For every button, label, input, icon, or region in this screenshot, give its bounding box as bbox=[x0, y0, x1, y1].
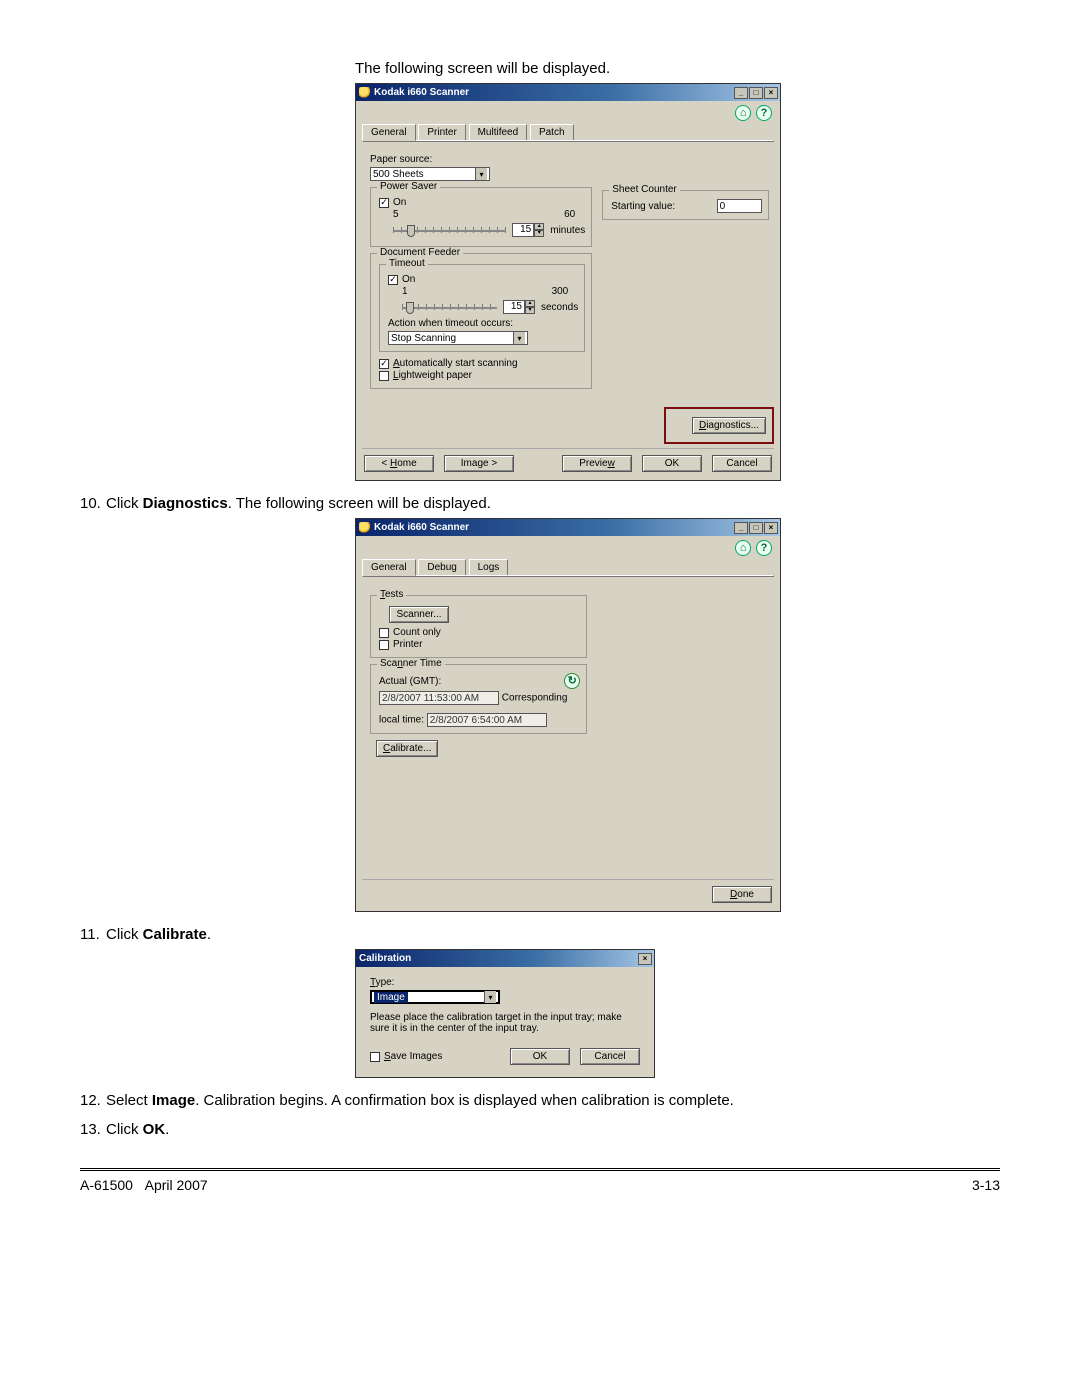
step-10: 10. Click Diagnostics. The following scr… bbox=[80, 495, 1000, 512]
app-icon bbox=[359, 87, 371, 99]
ok-button[interactable]: OK bbox=[510, 1048, 570, 1065]
chevron-down-icon: ▾ bbox=[475, 168, 487, 180]
titlebar[interactable]: Kodak i660 Scanner _ □ × bbox=[356, 84, 780, 101]
save-images-checkbox[interactable] bbox=[370, 1052, 380, 1062]
maximize-icon[interactable]: □ bbox=[749, 522, 763, 534]
image-button[interactable]: Image > bbox=[444, 455, 514, 472]
close-icon[interactable]: × bbox=[764, 522, 778, 534]
power-saver-slider[interactable] bbox=[393, 227, 506, 233]
chevron-down-icon: ▾ bbox=[484, 991, 496, 1003]
timeout-spinner[interactable]: 15 ▴▾ bbox=[503, 300, 535, 314]
tabs: General Printer Multifeed Patch bbox=[362, 123, 774, 140]
auto-start-checkbox[interactable] bbox=[379, 359, 389, 369]
calibration-dialog: Calibration × Type: Image ▾ Please place… bbox=[355, 949, 655, 1078]
app-icon bbox=[359, 522, 371, 534]
starting-value-input[interactable]: 0 bbox=[717, 199, 762, 213]
maximize-icon[interactable]: □ bbox=[749, 87, 763, 99]
tab-logs[interactable]: Logs bbox=[469, 559, 509, 575]
step-11: 11. Click Calibrate. bbox=[80, 926, 1000, 943]
tab-printer[interactable]: Printer bbox=[418, 124, 465, 140]
paper-source-label: Paper source: bbox=[370, 154, 592, 165]
lightweight-checkbox[interactable] bbox=[379, 371, 389, 381]
power-saver-group: Power Saver On 5 60 15 ▴▾ bbox=[370, 187, 592, 247]
timeout-action-label: Action when timeout occurs: bbox=[388, 318, 578, 329]
help-icon[interactable]: ? bbox=[756, 540, 772, 556]
tab-general[interactable]: General bbox=[362, 124, 416, 141]
done-button[interactable]: Done bbox=[712, 886, 772, 903]
local-time-field: 2/8/2007 6:54:00 AM bbox=[427, 713, 547, 727]
scanner-time-group: Scanner Time Actual (GMT): ↻ 2/8/2007 11… bbox=[370, 664, 587, 734]
ok-button[interactable]: OK bbox=[642, 455, 702, 472]
scanner-button[interactable]: Scanner... bbox=[389, 606, 449, 623]
page-footer: A-61500 April 2007 3-13 bbox=[80, 1168, 1000, 1193]
home-icon[interactable]: ⌂ bbox=[735, 540, 751, 556]
sheet-counter-group: Sheet Counter Starting value: 0 bbox=[602, 190, 768, 220]
diagnostics-dialog: Kodak i660 Scanner _ □ × ⌂ ? General Deb… bbox=[355, 518, 781, 912]
minimize-icon[interactable]: _ bbox=[734, 522, 748, 534]
home-icon[interactable]: ⌂ bbox=[735, 105, 751, 121]
document-feeder-group: Document Feeder Timeout On 1 300 bbox=[370, 253, 592, 389]
tab-general[interactable]: General bbox=[362, 559, 416, 576]
timeout-slider[interactable] bbox=[402, 304, 497, 310]
scanner-settings-dialog: Kodak i660 Scanner _ □ × ⌂ ? General Pri… bbox=[355, 83, 781, 481]
timeout-on-checkbox[interactable] bbox=[388, 275, 398, 285]
paper-source-value: 500 Sheets bbox=[373, 169, 424, 180]
tab-multifeed[interactable]: Multifeed bbox=[469, 124, 528, 140]
titlebar[interactable]: Kodak i660 Scanner _ □ × bbox=[356, 519, 780, 536]
timeout-action-select[interactable]: Stop Scanning ▾ bbox=[388, 331, 528, 345]
home-button[interactable]: < Home bbox=[364, 455, 434, 472]
preview-button[interactable]: Preview bbox=[562, 455, 632, 472]
title-text: Kodak i660 Scanner bbox=[374, 87, 469, 98]
cancel-button[interactable]: Cancel bbox=[580, 1048, 640, 1065]
titlebar[interactable]: Calibration × bbox=[356, 950, 654, 967]
printer-checkbox[interactable] bbox=[379, 640, 389, 650]
calibrate-button[interactable]: Calibrate... bbox=[376, 740, 438, 757]
step-13: 13. Click OK. bbox=[80, 1121, 1000, 1138]
close-icon[interactable]: × bbox=[764, 87, 778, 99]
power-saver-on-checkbox[interactable] bbox=[379, 198, 389, 208]
tab-debug[interactable]: Debug bbox=[418, 559, 465, 575]
refresh-icon[interactable]: ↻ bbox=[564, 673, 580, 689]
paper-source-select[interactable]: 500 Sheets ▾ bbox=[370, 167, 490, 181]
actual-time-field: 2/8/2007 11:53:00 AM bbox=[379, 691, 499, 705]
close-icon[interactable]: × bbox=[638, 953, 652, 965]
tab-patch[interactable]: Patch bbox=[530, 124, 574, 140]
help-icon[interactable]: ? bbox=[756, 105, 772, 121]
power-saver-spinner[interactable]: 15 ▴▾ bbox=[512, 223, 544, 237]
diagnostics-button[interactable]: Diagnostics... bbox=[692, 417, 766, 434]
type-select[interactable]: Image ▾ bbox=[370, 990, 500, 1004]
diagnostics-highlight: Diagnostics... bbox=[664, 407, 774, 444]
intro-text: The following screen will be displayed. bbox=[355, 60, 1000, 77]
chevron-down-icon: ▾ bbox=[513, 332, 525, 344]
minimize-icon[interactable]: _ bbox=[734, 87, 748, 99]
count-only-checkbox[interactable] bbox=[379, 628, 389, 638]
calibration-message: Please place the calibration target in t… bbox=[370, 1012, 640, 1034]
timeout-group: Timeout On 1 300 15 bbox=[379, 264, 585, 352]
step-12: 12. Select Image. Calibration begins. A … bbox=[80, 1092, 1000, 1109]
cancel-button[interactable]: Cancel bbox=[712, 455, 772, 472]
tests-group: Tests Scanner... Count only Printer bbox=[370, 595, 587, 658]
